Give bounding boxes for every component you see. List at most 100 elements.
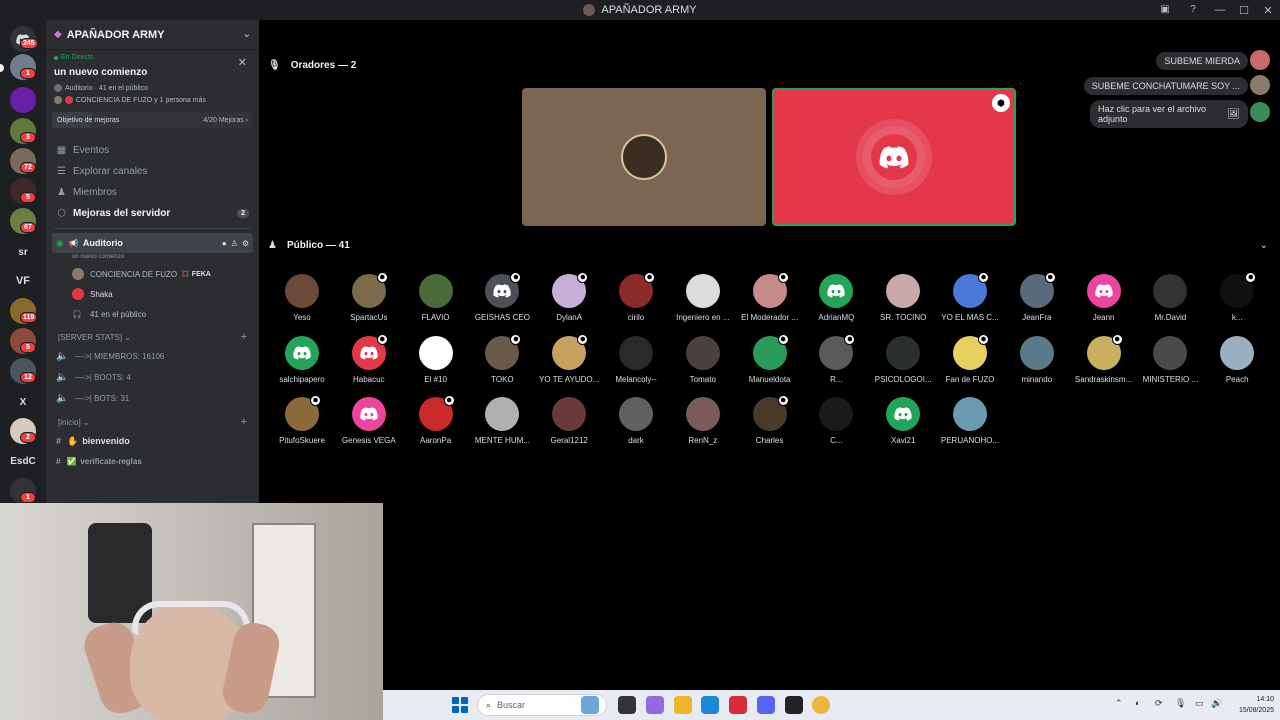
server-sr[interactable]: sr (10, 239, 36, 265)
server-esdc[interactable]: EsdC (10, 448, 36, 474)
maximize-button[interactable]: ☐ (1232, 4, 1256, 17)
network-icon[interactable]: ▭ (1195, 698, 1204, 709)
add-member-icon[interactable]: ♙ (231, 239, 238, 248)
audience-member[interactable]: ⬢ Sandraskinsm... (1071, 333, 1137, 384)
wps-icon[interactable] (729, 696, 747, 714)
nav-events[interactable]: ▦ Eventos (46, 140, 259, 161)
server-vf[interactable]: VF (10, 268, 36, 294)
audience-count[interactable]: 🎧 41 en el público (46, 304, 259, 324)
tray-icon[interactable]: ◐ (1135, 698, 1140, 708)
audience-member[interactable]: Tomato (670, 335, 736, 384)
inbox-icon[interactable]: ▣ (1158, 2, 1172, 16)
audience-member[interactable]: ⬢ Charles (737, 395, 803, 445)
audience-member[interactable]: ⬢ Habacuc (336, 333, 402, 384)
channel-bienvenido[interactable]: # ✋ bienvenido (46, 431, 259, 451)
audience-member[interactable]: ⬢ DylanA (536, 272, 602, 322)
audience-member[interactable]: ⬢ Fan de FUZO (937, 333, 1003, 384)
chat-notification[interactable]: SUBEME MIERDA (1156, 52, 1248, 70)
speaker-tile-active[interactable]: ⬢ (772, 88, 1016, 226)
boost-goal-bar[interactable]: Objetivo de mejoras 4/20 Mejoras › (52, 112, 253, 128)
audience-member[interactable]: ⬢ SpartacUs (336, 272, 402, 322)
windows-start-icon[interactable] (452, 697, 468, 713)
category-server-stats[interactable]: [SERVER STATS] ⌄ + (46, 328, 259, 346)
channel-verificate[interactable]: # ✅ verificate-reglas (46, 451, 259, 471)
audience-member[interactable]: ⬢ AaronPa (403, 395, 469, 445)
server-header[interactable]: ◆ APAÑADOR ARMY ⌄ (46, 20, 259, 50)
server-x[interactable]: X (10, 389, 36, 415)
speaker-tile[interactable] (522, 88, 766, 226)
voice-user[interactable]: Shaka (46, 284, 259, 304)
obs-icon[interactable] (785, 696, 803, 714)
clock[interactable]: 14:10 15/08/2025 (1239, 694, 1274, 716)
chevron-up-icon[interactable]: ⌃ (1115, 698, 1123, 709)
audience-member[interactable]: ⬢ Manueldota (737, 333, 803, 384)
audience-member[interactable]: salchipapero (269, 335, 335, 384)
audience-member[interactable]: ⬢ k... (1204, 272, 1270, 322)
audience-member[interactable]: PERUANOHO... (937, 397, 1003, 445)
microphone-icon[interactable]: 🎙 (1175, 698, 1186, 709)
edge-icon[interactable] (701, 696, 719, 714)
moderator-icon: ⬢ (644, 272, 655, 283)
nav-browse-channels[interactable]: ☰ Explorar canales (46, 161, 259, 182)
stat-channel[interactable]: 🔈 —->| BOTS: 31 (46, 388, 259, 409)
category-inicio[interactable]: [inicio] ⌄ + (46, 413, 259, 431)
audience-member[interactable]: Melancoly-- (603, 335, 669, 384)
stat-channel[interactable]: 🔈 —->| BOOTS: 4 (46, 367, 259, 388)
minimize-button[interactable]: — (1208, 4, 1232, 16)
audience-member[interactable]: Mr.David (1137, 274, 1203, 322)
audience-member[interactable]: Genesis VEGA (336, 397, 402, 445)
audience-member[interactable]: ⬢ El Moderador ... (737, 272, 803, 322)
audience-member[interactable]: Geral1212 (536, 397, 602, 445)
audience-member[interactable]: ⬢ R... (803, 333, 869, 384)
gear-icon[interactable]: ⚙ (242, 239, 249, 248)
volume-icon[interactable]: 🔊 (1211, 698, 1222, 709)
server-icon[interactable] (10, 87, 36, 113)
weather-icon[interactable] (581, 696, 599, 714)
audience-member[interactable]: Ingeniero en ... (670, 274, 736, 322)
add-channel-icon[interactable]: + (241, 331, 247, 343)
audience-member[interactable]: ⬢ TOKO (469, 333, 535, 384)
audience-member[interactable]: Jeann (1071, 274, 1137, 322)
file-explorer-icon[interactable] (674, 696, 692, 714)
audience-member[interactable]: ⬢ YO TE AYUDO... (536, 333, 602, 384)
audience-member[interactable]: PSICOLOGOI... (870, 335, 936, 384)
channel-auditorio[interactable]: ◉ 📢 Auditorio ● ♙ ⚙ (52, 233, 253, 253)
audience-member[interactable]: El #10 (403, 335, 469, 384)
chat-icon[interactable]: ● (222, 239, 227, 248)
close-button[interactable]: ✕ (1256, 4, 1280, 17)
audience-member[interactable]: ⬢ PitufoSkuere (269, 395, 335, 445)
audience-member[interactable]: Yeso (269, 274, 335, 322)
audience-member[interactable]: Peach (1204, 335, 1270, 384)
nav-server-boosts[interactable]: ⬡ Mejoras del servidor 2 (46, 203, 259, 224)
audience-member[interactable]: C... (803, 397, 869, 445)
live-stage-card[interactable]: En Directo un nuevo comienzo Auditorio ·… (46, 50, 259, 104)
audience-member[interactable]: AdrianMQ (803, 274, 869, 322)
help-icon[interactable]: ? (1186, 2, 1200, 16)
stat-channel[interactable]: 🔈 —->| MIEMBROS: 16106 (46, 346, 259, 367)
audience-member[interactable]: FLAVIO (403, 274, 469, 322)
discord-icon[interactable] (757, 696, 775, 714)
chrome-icon[interactable] (812, 696, 830, 714)
close-icon[interactable]: ✕ (238, 56, 247, 69)
audience-member[interactable]: dark (603, 397, 669, 445)
audience-member[interactable]: ⬢ JeanFra (1004, 272, 1070, 322)
add-channel-icon[interactable]: + (241, 416, 247, 428)
voice-user[interactable]: CONCIENCIA DE FUZO 💢 FEKA (46, 264, 259, 284)
audience-member[interactable]: RenN_z (670, 397, 736, 445)
audience-member[interactable]: SR. TOCINO (870, 274, 936, 322)
audience-member[interactable]: minando (1004, 335, 1070, 384)
audience-member[interactable]: MENTE HUM... (469, 397, 535, 445)
task-view-icon[interactable] (618, 696, 636, 714)
chat-notification[interactable]: SUBEME CONCHATUMARE SOY ... (1083, 77, 1248, 95)
audience-member[interactable]: MINISTERIO ... (1137, 335, 1203, 384)
tray-icon[interactable]: ⟳ (1155, 698, 1163, 709)
chevron-down-icon[interactable]: ⌄ (243, 29, 251, 40)
nav-members[interactable]: ♟ Miembros (46, 182, 259, 203)
audience-member[interactable]: ⬢ GEISHAS CEO (469, 272, 535, 322)
chevron-down-icon[interactable]: ⌄ (1260, 240, 1268, 251)
copilot-icon[interactable] (646, 696, 664, 714)
audience-member[interactable]: ⬢ cirilo (603, 272, 669, 322)
audience-member[interactable]: Xavi21 (870, 397, 936, 445)
audience-member[interactable]: ⬢ YO EL MAS C... (937, 272, 1003, 322)
chat-notification-attachment[interactable]: Haz clic para ver el archivo adjunto 🖼 (1090, 100, 1248, 128)
